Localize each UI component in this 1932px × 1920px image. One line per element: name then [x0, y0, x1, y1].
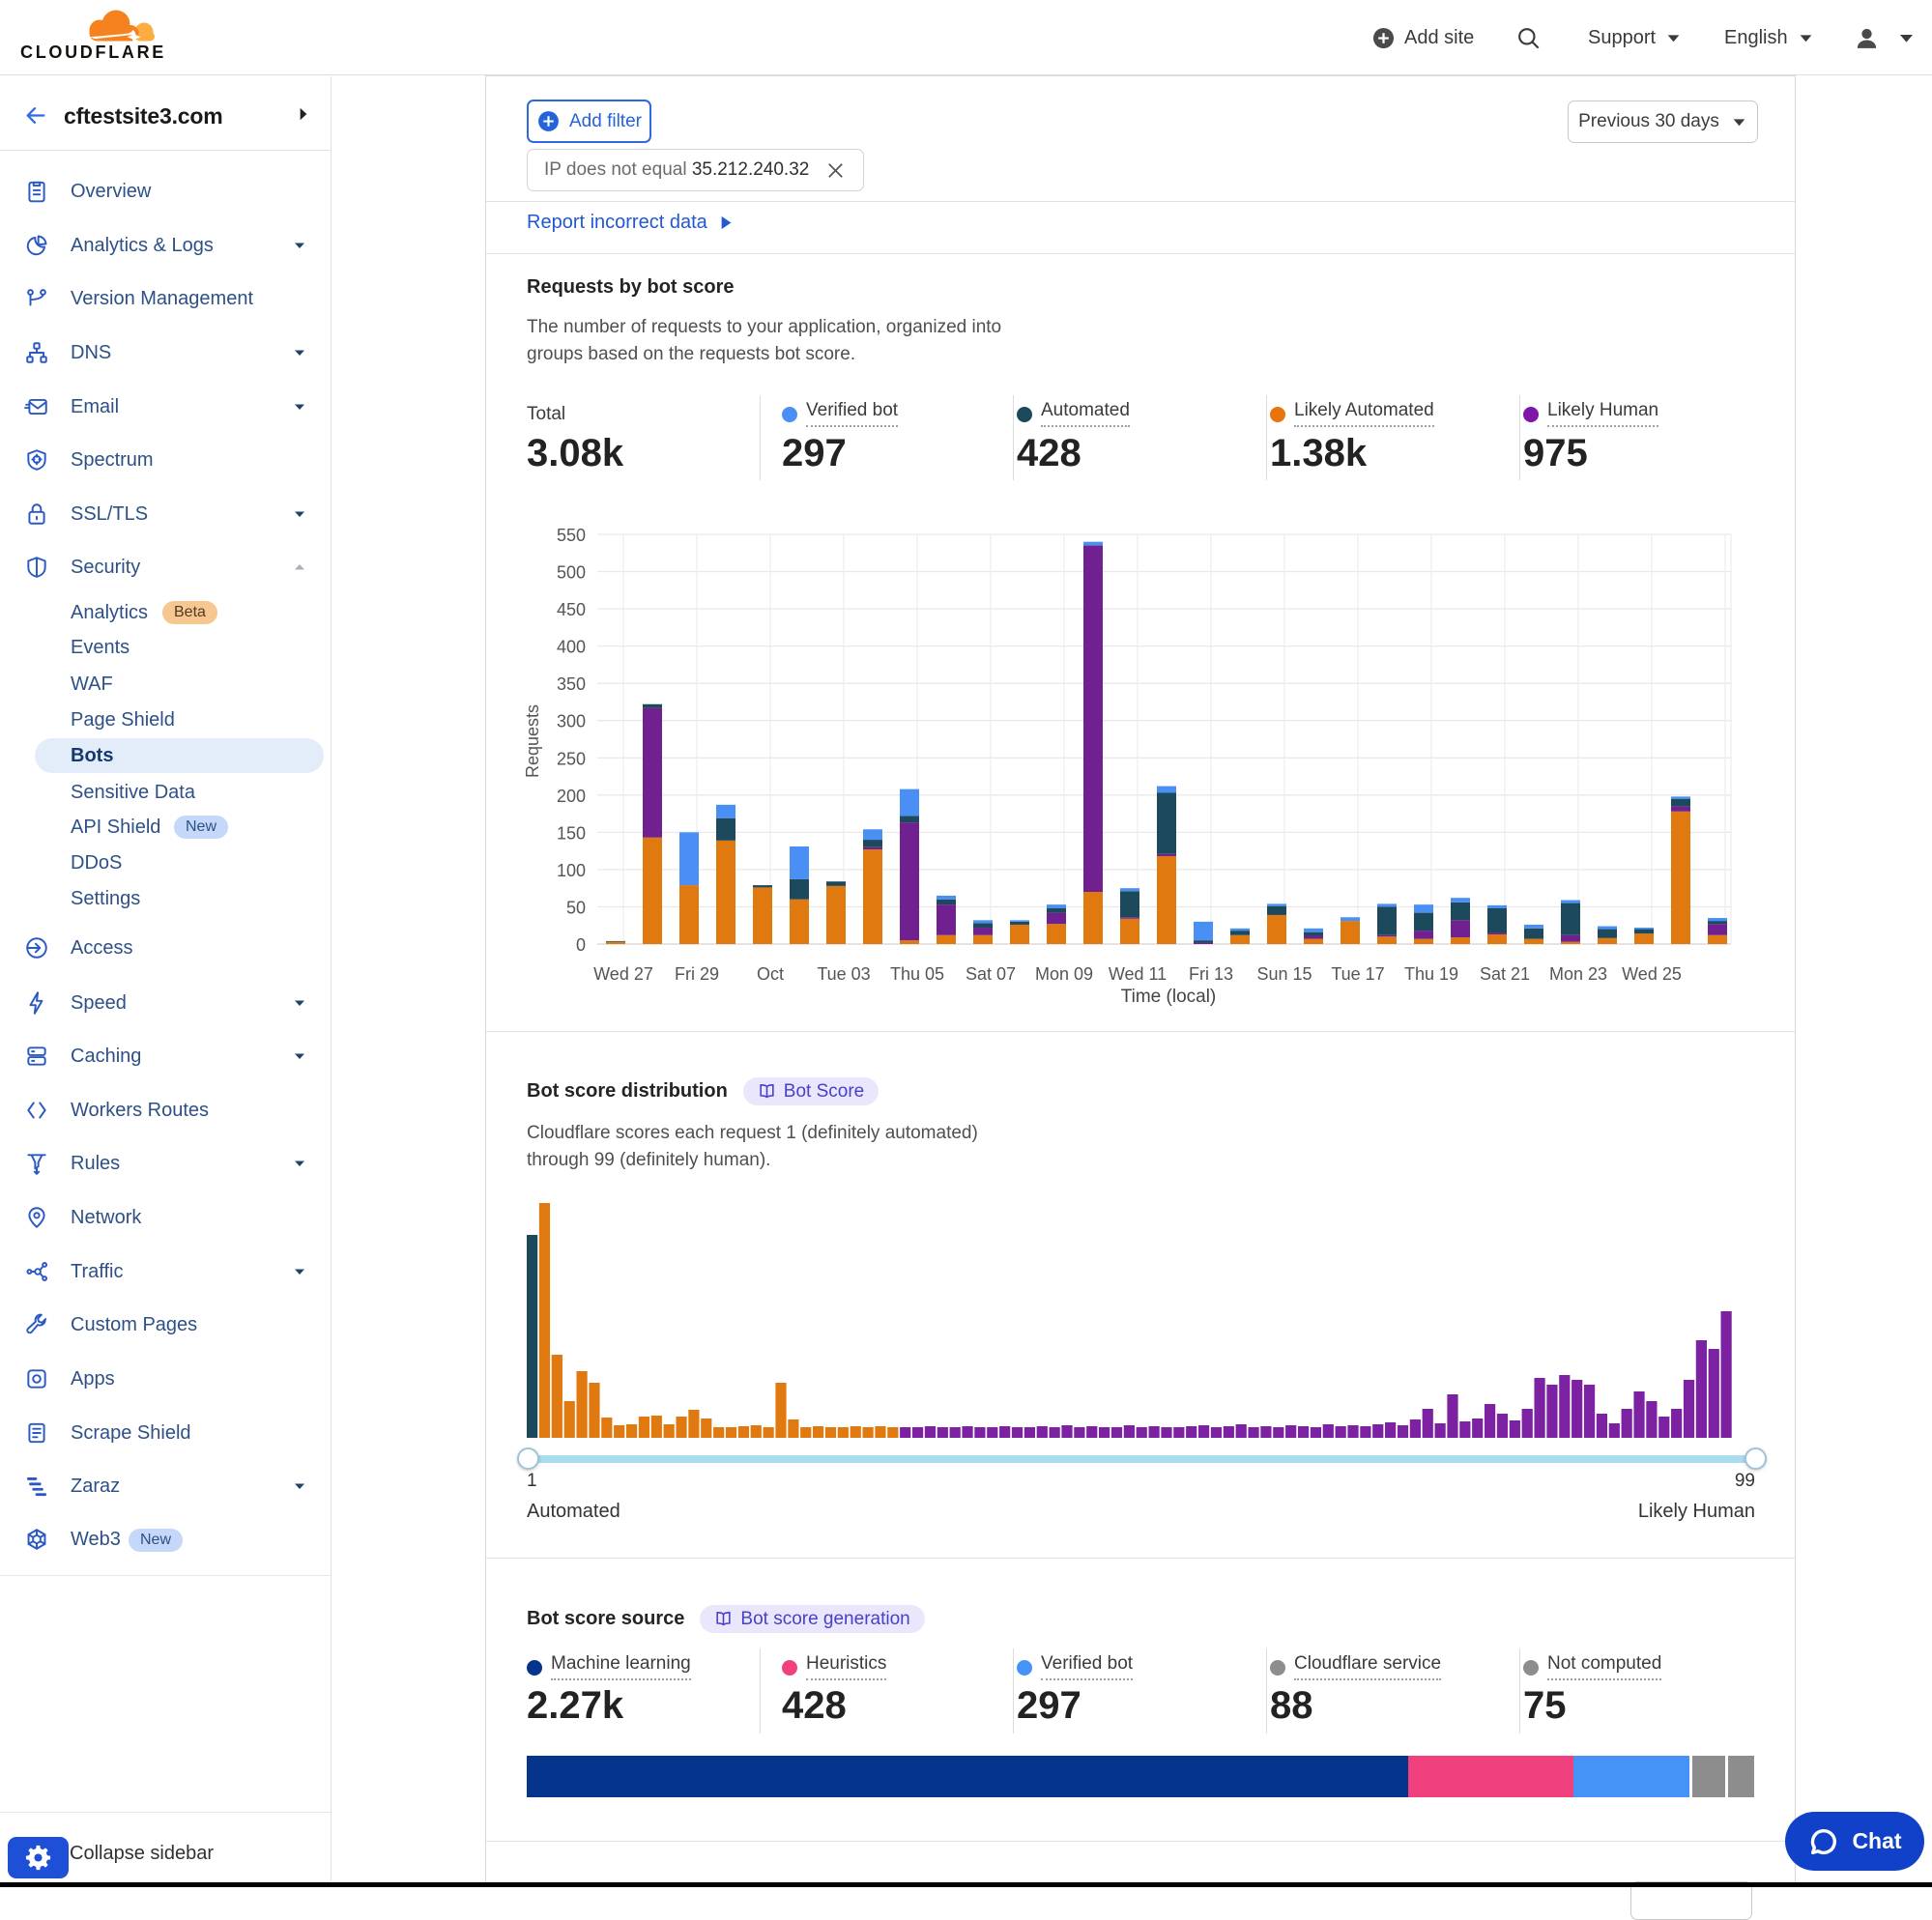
svg-text:550: 550 [557, 526, 586, 545]
svg-text:Wed 27: Wed 27 [593, 964, 653, 984]
svg-text:Tue 03: Tue 03 [817, 964, 870, 984]
svg-text:0: 0 [576, 935, 586, 955]
svg-text:Tue 17: Tue 17 [1331, 964, 1384, 984]
svg-text:Mon 09: Mon 09 [1035, 964, 1093, 984]
svg-text:Oct: Oct [757, 964, 784, 984]
svg-text:Mon 23: Mon 23 [1549, 964, 1607, 984]
svg-text:Wed 25: Wed 25 [1622, 964, 1682, 984]
svg-text:500: 500 [557, 563, 586, 583]
svg-text:350: 350 [557, 674, 586, 694]
svg-text:100: 100 [557, 861, 586, 880]
svg-text:Wed 11: Wed 11 [1109, 964, 1167, 984]
svg-text:50: 50 [566, 899, 586, 918]
svg-text:Sat 21: Sat 21 [1480, 964, 1530, 984]
svg-text:Sat 07: Sat 07 [966, 964, 1016, 984]
svg-text:300: 300 [557, 712, 586, 731]
svg-text:450: 450 [557, 600, 586, 619]
svg-text:Sun 15: Sun 15 [1256, 964, 1312, 984]
svg-text:400: 400 [557, 638, 586, 657]
svg-text:Requests: Requests [523, 704, 542, 778]
svg-text:200: 200 [557, 787, 586, 806]
svg-text:Thu 19: Thu 19 [1404, 964, 1458, 984]
svg-text:Thu 05: Thu 05 [890, 964, 944, 984]
svg-text:Fri 29: Fri 29 [675, 964, 719, 984]
svg-text:Time (local): Time (local) [1121, 987, 1217, 1007]
svg-text:150: 150 [557, 823, 586, 843]
svg-text:250: 250 [557, 749, 586, 768]
svg-text:Fri 13: Fri 13 [1189, 964, 1233, 984]
